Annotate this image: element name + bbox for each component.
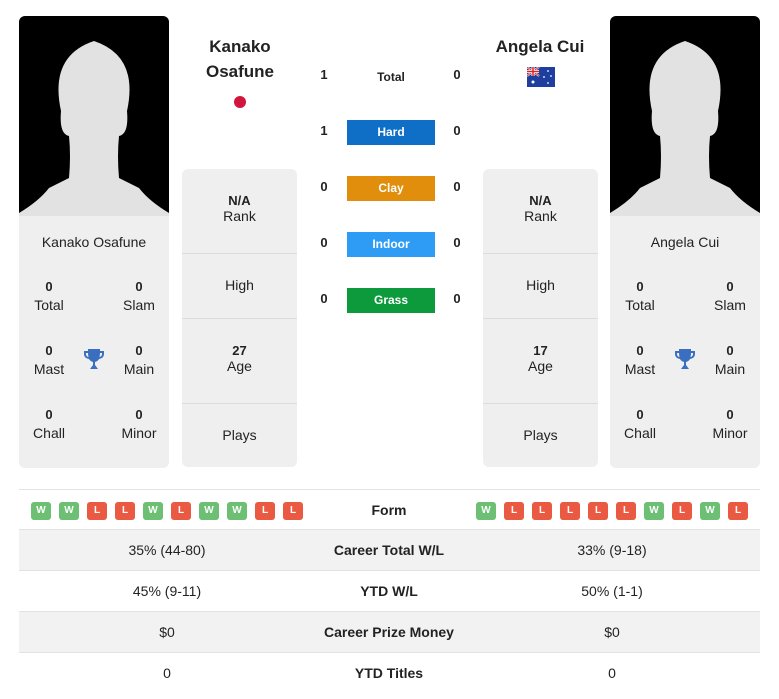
trophy-icon xyxy=(84,349,104,369)
player2-age: 17 Age xyxy=(483,319,598,404)
h2h-grass-p1: 0 xyxy=(320,291,328,306)
player2-mast-titles: 0 Mast xyxy=(624,343,656,377)
player2-form-badge-loss[interactable]: L xyxy=(588,502,608,520)
player2-ytd-titles: 0 xyxy=(608,665,616,681)
player2-total-titles: 0 Total xyxy=(625,279,655,313)
h2h-hard-p1: 1 xyxy=(320,123,328,138)
player1-header-name[interactable]: Kanako Osafune xyxy=(180,34,300,84)
player1-name: Kanako Osafune xyxy=(41,234,147,250)
player2-minor-titles: 0 Minor xyxy=(712,407,748,441)
h2h-clay-p1: 0 xyxy=(320,179,328,194)
ytd-wl-row: 45% (9-11) YTD W/L 50% (1-1) xyxy=(19,571,760,612)
player2-high: High xyxy=(483,254,598,319)
player2-info-panel: N/A Rank High 17 Age Plays xyxy=(483,169,598,467)
player2-rank: N/A Rank xyxy=(483,169,598,254)
player2-form-badge-loss[interactable]: L xyxy=(728,502,748,520)
h2h-total-p2: 0 xyxy=(453,67,461,82)
trophy-icon xyxy=(675,349,695,369)
h2h-clay-p2: 0 xyxy=(453,179,461,194)
player2-form-badge-win[interactable]: W xyxy=(476,502,496,520)
form-label: Form xyxy=(371,502,407,518)
ytd-titles-row: 0 YTD Titles 0 xyxy=(19,653,760,694)
player1-form-badge-win[interactable]: W xyxy=(199,502,219,520)
player2-ytd-wl: 50% (1-1) xyxy=(581,583,643,599)
player2-form-badge-loss[interactable]: L xyxy=(672,502,692,520)
h2h-total-p1: 1 xyxy=(320,67,328,82)
player1-form-badge-loss[interactable]: L xyxy=(115,502,135,520)
player2-chall-titles: 0 Chall xyxy=(624,407,656,441)
h2h-grass-p2: 0 xyxy=(453,291,461,306)
player1-form-badge-win[interactable]: W xyxy=(59,502,79,520)
player1-chall-titles: 0 Chall xyxy=(33,407,65,441)
player1-career-prize-money: $0 xyxy=(159,624,175,640)
player2-form-badge-win[interactable]: W xyxy=(644,502,664,520)
player2-header-name[interactable]: Angela Cui xyxy=(480,34,600,59)
player1-age: 27 Age xyxy=(182,319,297,404)
surface-clay-button[interactable]: Clay xyxy=(347,176,435,201)
player1-ytd-wl: 45% (9-11) xyxy=(132,583,202,599)
australia-flag-icon xyxy=(527,67,555,87)
player1-form-badge-win[interactable]: W xyxy=(143,502,163,520)
surface-hard-button[interactable]: Hard xyxy=(347,120,435,145)
h2h-total-label: Total xyxy=(377,70,405,84)
player2-form-badge-win[interactable]: W xyxy=(700,502,720,520)
h2h-indoor-p1: 0 xyxy=(320,235,328,250)
player1-form-badge-loss[interactable]: L xyxy=(255,502,275,520)
form-row: WWLLWLWWLL Form WLLLLLWLWL xyxy=(19,489,760,530)
career-prize-money-label: Career Prize Money xyxy=(324,624,454,640)
ytd-titles-label: YTD Titles xyxy=(354,665,424,681)
player2-career-total-wl: 33% (9-18) xyxy=(577,542,647,558)
career-total-wl-label: Career Total W/L xyxy=(333,542,445,558)
player2-titles-card: Angela Cui 0 Total 0 Slam 0 Mast 0 Main … xyxy=(610,216,760,468)
career-prize-money-row: $0 Career Prize Money $0 xyxy=(19,612,760,653)
ytd-wl-label: YTD W/L xyxy=(360,583,418,599)
player1-ytd-titles: 0 xyxy=(163,665,171,681)
player1-minor-titles: 0 Minor xyxy=(121,407,157,441)
player1-form-badge-loss[interactable]: L xyxy=(171,502,191,520)
player1-form-badge-loss[interactable]: L xyxy=(87,502,107,520)
player2-form-badge-loss[interactable]: L xyxy=(616,502,636,520)
player1-slam-titles: 0 Slam xyxy=(123,279,155,313)
player1-info-panel: N/A Rank High 27 Age Plays xyxy=(182,169,297,467)
h2h-indoor-p2: 0 xyxy=(453,235,461,250)
player1-form-badge-win[interactable]: W xyxy=(227,502,247,520)
player1-photo xyxy=(19,16,169,216)
player2-main-titles: 0 Main xyxy=(714,343,746,377)
player1-total-titles: 0 Total xyxy=(34,279,64,313)
player1-rank: N/A Rank xyxy=(182,169,297,254)
player2-photo xyxy=(610,16,760,216)
player1-mast-titles: 0 Mast xyxy=(33,343,65,377)
player2-name: Angela Cui xyxy=(650,234,720,250)
player1-titles-card: Kanako Osafune 0 Total 0 Slam 0 Mast 0 M… xyxy=(19,216,169,468)
player1-career-total-wl: 35% (44-80) xyxy=(128,542,206,558)
h2h-hard-p2: 0 xyxy=(453,123,461,138)
player2-form-badge-loss[interactable]: L xyxy=(504,502,524,520)
player1-main-titles: 0 Main xyxy=(123,343,155,377)
player2-career-prize-money: $0 xyxy=(604,624,620,640)
career-total-wl-row: 35% (44-80) Career Total W/L 33% (9-18) xyxy=(19,530,760,571)
player1-form-badge-loss[interactable]: L xyxy=(283,502,303,520)
player2-plays: Plays xyxy=(523,427,558,443)
silhouette-icon xyxy=(19,41,169,216)
player1-plays: Plays xyxy=(222,427,257,443)
surface-indoor-button[interactable]: Indoor xyxy=(347,232,435,257)
surface-grass-button[interactable]: Grass xyxy=(347,288,435,313)
japan-flag-icon xyxy=(234,96,246,108)
player2-form-badge-loss[interactable]: L xyxy=(560,502,580,520)
player2-form-badge-loss[interactable]: L xyxy=(532,502,552,520)
silhouette-icon xyxy=(610,41,760,216)
player1-high: High xyxy=(182,254,297,319)
player2-slam-titles: 0 Slam xyxy=(714,279,746,313)
player1-form-badge-win[interactable]: W xyxy=(31,502,51,520)
